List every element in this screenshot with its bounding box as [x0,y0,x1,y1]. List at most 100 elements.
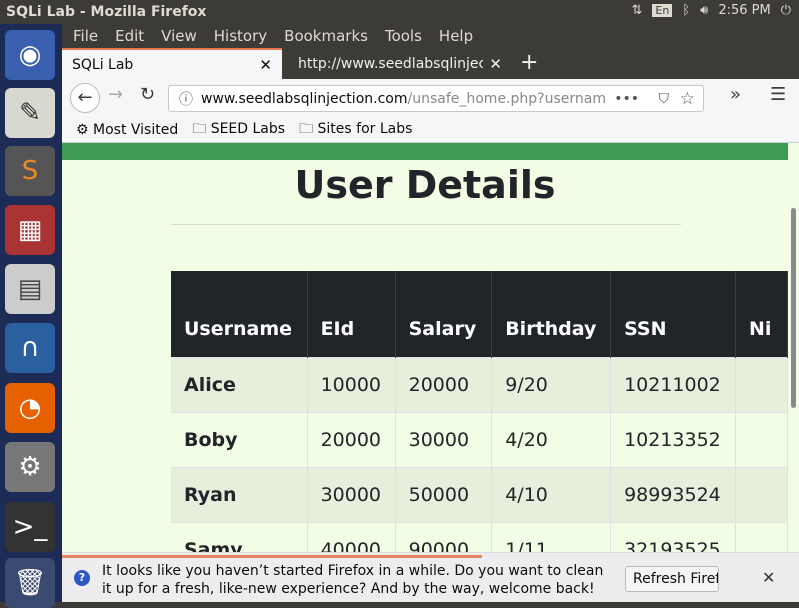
cell-nickname [735,411,788,467]
menu-edit[interactable]: Edit [115,27,144,45]
url-path: /unsafe_home.php?usernam [407,90,606,107]
scrollbar-thumb[interactable] [791,208,796,408]
keyboard-indicator[interactable]: En [652,4,673,17]
page-content: User Details Username EId Salary Birthda… [62,143,788,552]
cell-username: Ryan [171,466,308,522]
window-title: SQLi Lab - Mozilla Firefox [6,4,207,20]
menu-tools[interactable]: Tools [385,27,422,45]
bluetooth-icon[interactable]: ᛒ [682,3,690,18]
menu-help[interactable]: Help [439,27,473,45]
firefox-icon[interactable]: ◔ [5,383,55,433]
tab-label: SQLi Lab [72,56,134,73]
menu-history[interactable]: History [214,27,267,45]
menu-view[interactable]: View [161,27,197,45]
user-details-table: Username EId Salary Birthday SSN Ni Alic… [171,271,788,552]
menu-bar: File Edit View History Bookmarks Tools H… [62,24,799,48]
terminal-icon[interactable]: >_ [5,502,55,552]
close-notification-icon[interactable]: ✕ [762,568,775,587]
forward-button[interactable]: → [108,84,123,105]
bookmark-sites-for-labs[interactable]: 🗀 Sites for Labs [299,118,412,142]
back-button[interactable]: ← [70,83,100,113]
hamburger-menu-icon[interactable]: ☰ [770,84,786,105]
cell-birthday: 4/10 [491,466,612,522]
page-title: User Details [294,163,556,207]
bookmark-label: SEED Labs [210,120,286,137]
bookmark-star-icon[interactable]: ☆ [680,89,695,109]
system-top-bar: SQLi Lab - Mozilla Firefox ⇅ En ᛒ 🔊︎ 2:5… [0,0,799,24]
url-bar[interactable]: ⓘ www.seedlabsqlinjection.com /unsafe_ho… [168,85,704,112]
close-tab-icon[interactable]: ✕ [259,56,272,74]
new-tab-button[interactable]: + [520,50,538,75]
menu-bookmarks[interactable]: Bookmarks [284,27,368,45]
cell-birthday: 9/20 [491,356,612,412]
column-header: Birthday [491,271,612,357]
table-row: Ryan 30000 50000 4/10 98993524 [171,466,788,522]
launcher: ◉ ✎ S ▦ ▤ ∩ ◔ ⚙ >_ 🗑︎ [0,24,62,608]
tab-bar: SQLi Lab ✕ http://www.seedlabsqlinjec ✕ … [62,48,799,79]
power-icon[interactable]: ⏻ [781,3,791,18]
tab-label: http://www.seedlabsqlinjec [298,55,483,72]
cell-birthday: 1/11 [491,521,612,552]
table-row: Samy 40000 90000 1/11 32193525 [171,521,788,552]
close-tab-icon[interactable]: ✕ [489,55,502,73]
cell-nickname [735,466,788,522]
cell-salary: 90000 [395,521,493,552]
menu-file[interactable]: File [73,27,98,45]
cell-salary: 30000 [395,411,493,467]
cell-ssn: 10213352 [610,411,737,467]
page-actions-icon[interactable]: ••• [614,91,639,107]
question-icon: ? [74,570,90,586]
reload-button[interactable]: ↻ [140,84,155,105]
cell-username: Alice [171,356,308,412]
cell-eid: 10000 [307,356,396,412]
cell-eid: 30000 [307,466,396,522]
overflow-chevron-icon[interactable]: » [730,84,741,105]
notification-bar: ? It looks like you haven’t started Fire… [62,552,799,602]
workspace-switcher-icon[interactable]: ▦ [5,205,55,255]
pocket-icon[interactable]: ⛉ [659,91,670,107]
tab-sqli-lab[interactable]: SQLi Lab ✕ [62,48,282,79]
network-icon[interactable]: ⇅ [631,3,642,18]
bookmark-seed-labs[interactable]: 🗀 SEED Labs [192,118,285,142]
bookmark-label: Sites for Labs [317,120,413,137]
sublime-text-icon[interactable]: S [5,146,55,196]
bookmark-most-visited[interactable]: ⚙ Most Visited [76,122,178,138]
column-header: SSN [610,271,737,357]
folder-icon: 🗀 [192,120,211,137]
cell-username: Boby [171,411,308,467]
table-row: Boby 20000 30000 4/20 10213352 [171,411,788,467]
bookmarks-toolbar: ⚙ Most Visited 🗀 SEED Labs 🗀 Sites for L… [62,117,799,143]
bookmark-label: Most Visited [93,121,179,138]
cell-username: Samy [171,521,308,552]
divider [171,224,681,225]
tab-seedlabs-url[interactable]: http://www.seedlabsqlinjec ✕ [288,48,512,79]
url-domain: www.seedlabsqlinjection.com [201,90,408,107]
header-bar [62,143,788,160]
clock[interactable]: 2:56 PM [718,3,770,18]
notification-progress [62,555,482,558]
text-editor-icon[interactable]: ✎ [5,88,55,138]
cell-nickname [735,521,788,552]
navigation-toolbar: ← → ↻ ⓘ www.seedlabsqlinjection.com /uns… [62,79,799,117]
gear-icon: ⚙ [76,121,94,138]
notification-text: It looks like you haven’t started Firefo… [102,563,604,597]
column-header: Ni [735,271,788,357]
trash-icon[interactable]: 🗑︎ [5,558,55,608]
files-icon[interactable]: ▤ [5,264,55,314]
vertical-scrollbar[interactable] [788,143,799,552]
ubuntu-dash-icon[interactable]: ◉ [5,30,55,80]
cell-nickname [735,356,788,412]
volume-icon[interactable]: 🔊︎ [700,3,708,18]
cell-ssn: 10211002 [610,356,737,412]
refresh-firefox-button[interactable]: Refresh Firefox… [625,566,719,592]
folder-icon: 🗀 [299,120,318,137]
column-header: EId [307,271,396,357]
info-icon[interactable]: ⓘ [179,89,193,109]
cell-birthday: 4/20 [491,411,612,467]
cell-ssn: 98993524 [610,466,737,522]
settings-icon[interactable]: ⚙ [5,442,55,492]
wireshark-icon[interactable]: ∩ [5,323,55,373]
cell-eid: 40000 [307,521,396,552]
cell-salary: 50000 [395,466,493,522]
column-header: Salary [395,271,493,357]
